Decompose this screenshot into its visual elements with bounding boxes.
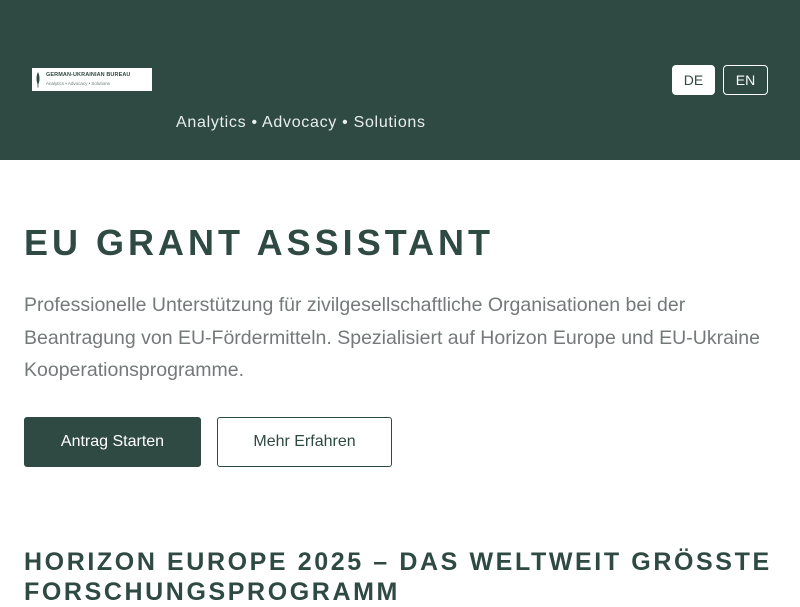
hero-description: Professionelle Unterstützung für zivilge… [24,294,760,381]
logo[interactable]: GERMAN-UKRAINIAN BUREAU Analytics • Advo… [32,68,152,91]
logo-text: GERMAN-UKRAINIAN BUREAU Analytics • Advo… [46,72,131,86]
section-title: HORIZON EUROPE 2025 – DAS WELTWEIT GRÖSS… [24,548,772,606]
logo-tagline: Analytics • Advocacy • Solutions [46,80,110,86]
learn-more-button[interactable]: Mehr Erfahren [217,417,392,467]
language-de-button[interactable]: DE [672,65,715,95]
site-header: GERMAN-UKRAINIAN BUREAU Analytics • Advo… [0,0,800,160]
language-en-button[interactable]: EN [723,65,768,95]
leaf-icon [35,71,41,88]
hero-title: EU GRANT ASSISTANT [24,222,495,263]
start-application-button[interactable]: Antrag Starten [24,417,201,467]
logo-name: GERMAN-UKRAINIAN BUREAU [46,72,131,78]
header-tagline: Analytics • Advocacy • Solutions [176,114,426,131]
